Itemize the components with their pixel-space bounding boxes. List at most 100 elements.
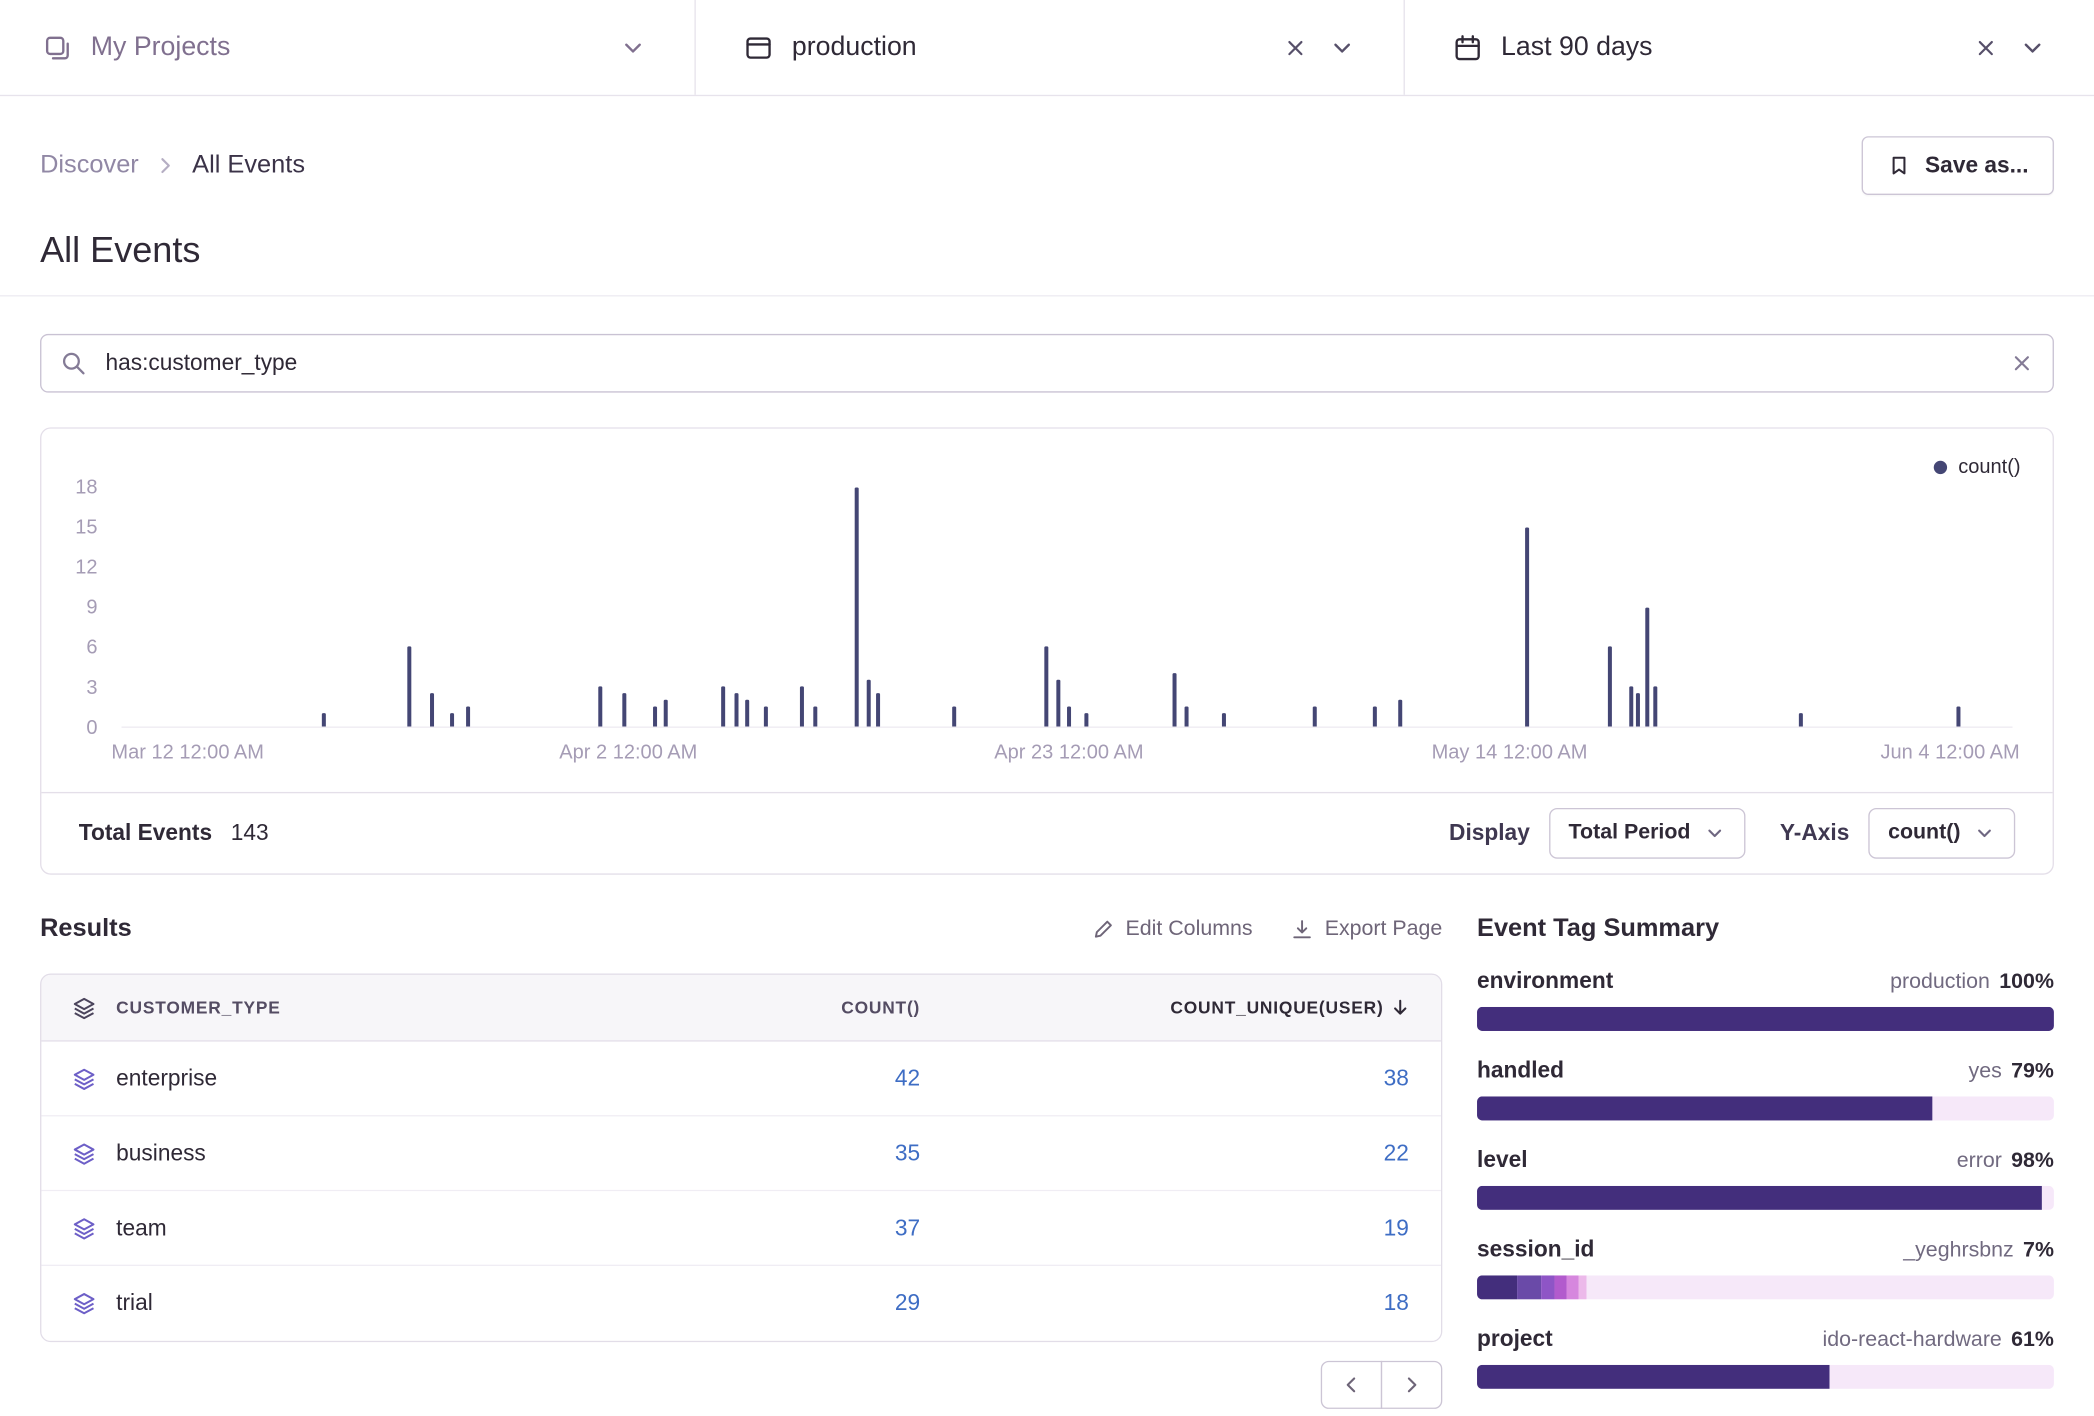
x-axis-tick-label: Apr 23 12:00 AM xyxy=(994,741,1143,764)
count-unique-value[interactable]: 22 xyxy=(920,1140,1441,1167)
breadcrumb-discover-link[interactable]: Discover xyxy=(40,151,139,180)
y-axis-tick-label: 15 xyxy=(75,516,97,539)
clear-search-icon[interactable] xyxy=(2010,351,2034,375)
tag-percentage: 98% xyxy=(2011,1150,2054,1174)
tag-bar-segment xyxy=(1933,1096,2054,1120)
y-axis-tick-label: 0 xyxy=(86,716,97,739)
clear-date-icon[interactable] xyxy=(1974,35,1998,59)
total-events-label: Total Events xyxy=(79,820,212,847)
count-unique-value[interactable]: 19 xyxy=(920,1215,1441,1242)
tag-top-value: error xyxy=(1957,1150,2002,1174)
save-as-button[interactable]: Save as... xyxy=(1862,136,2054,195)
table-row[interactable]: trial 29 18 xyxy=(41,1266,1441,1341)
projects-icon xyxy=(43,33,72,62)
table-row[interactable]: business 35 22 xyxy=(41,1116,1441,1191)
tag-distribution-bar[interactable] xyxy=(1477,1096,2054,1120)
results-section: Results Edit Columns Export Page xyxy=(40,909,1442,1408)
chart-bar xyxy=(721,687,725,727)
export-page-button[interactable]: Export Page xyxy=(1290,917,1442,941)
chart-bar xyxy=(664,700,668,727)
tag-summary-list: environment production 100% handled yes … xyxy=(1477,968,2054,1389)
chart-footer: Total Events 143 Display Total Period Y-… xyxy=(41,792,2052,873)
table-row[interactable]: team 37 19 xyxy=(41,1191,1441,1266)
legend-dot-icon xyxy=(1934,460,1947,473)
events-chart: count() 0369121518 Mar 12 12:00 AMApr 2 … xyxy=(41,429,2052,792)
tag-name: handled xyxy=(1477,1058,1564,1085)
tag-summary-item: project ido-react-hardware 61% xyxy=(1477,1326,2054,1389)
tag-distribution-bar[interactable] xyxy=(1477,1365,2054,1389)
count-unique-value[interactable]: 38 xyxy=(920,1065,1441,1092)
tag-bar-segment xyxy=(1477,1275,1517,1299)
tag-percentage: 7% xyxy=(2023,1239,2054,1263)
tag-bar-segment xyxy=(1517,1275,1540,1299)
page-header: All Events xyxy=(0,195,2094,296)
event-tag-summary: Event Tag Summary environment production… xyxy=(1477,909,2054,1408)
table-row[interactable]: enterprise 42 38 xyxy=(41,1042,1441,1117)
chart-bar xyxy=(1044,647,1048,727)
tag-distribution-bar[interactable] xyxy=(1477,1275,2054,1299)
yaxis-label: Y-Axis xyxy=(1780,820,1849,847)
chart-bar xyxy=(1184,707,1188,727)
yaxis-select[interactable]: count() xyxy=(1868,808,2015,859)
bookmark-icon xyxy=(1888,154,1912,178)
chart-bar xyxy=(800,687,804,727)
previous-page-button[interactable] xyxy=(1321,1361,1382,1409)
tag-distribution-bar[interactable] xyxy=(1477,1186,2054,1210)
chart-bar xyxy=(1067,707,1071,727)
layers-icon xyxy=(41,1290,116,1317)
project-selector[interactable]: My Projects xyxy=(0,0,694,95)
pagination xyxy=(40,1361,1442,1409)
count-value[interactable]: 29 xyxy=(479,1290,920,1317)
layers-icon xyxy=(41,1140,116,1167)
column-header-count-unique[interactable]: COUNT_UNIQUE(USER) xyxy=(920,996,1441,1019)
page-title: All Events xyxy=(40,230,2054,271)
display-select[interactable]: Total Period xyxy=(1549,808,1746,859)
tag-summary-item: handled yes 79% xyxy=(1477,1058,2054,1121)
tag-bar-segment xyxy=(1829,1365,2054,1389)
tag-distribution-bar[interactable] xyxy=(1477,1007,2054,1031)
tag-bar-segment xyxy=(1587,1275,2054,1299)
tag-percentage: 100% xyxy=(1999,971,2054,995)
count-value[interactable]: 42 xyxy=(479,1065,920,1092)
search-bar[interactable] xyxy=(40,334,2054,393)
edit-columns-button[interactable]: Edit Columns xyxy=(1091,917,1253,941)
column-header-count[interactable]: COUNT() xyxy=(479,998,920,1018)
chart-bar xyxy=(1398,700,1402,727)
tag-bar-segment xyxy=(1477,1186,2042,1210)
chart-bar xyxy=(734,693,738,726)
chart-legend[interactable]: count() xyxy=(1934,455,2020,478)
count-unique-value[interactable]: 18 xyxy=(920,1290,1441,1317)
search-input[interactable] xyxy=(103,349,1994,378)
y-axis-tick-label: 9 xyxy=(86,596,97,619)
display-select-value: Total Period xyxy=(1569,821,1691,845)
chevron-down-icon xyxy=(1329,34,1356,61)
chart-bar xyxy=(430,693,434,726)
content-area: Results Edit Columns Export Page xyxy=(0,875,2094,1409)
sort-descending-icon xyxy=(1389,996,1412,1019)
tag-top-value: yes xyxy=(1969,1060,2002,1084)
chart-bar xyxy=(1636,693,1640,726)
chart-x-axis: Mar 12 12:00 AMApr 2 12:00 AMApr 23 12:0… xyxy=(122,741,2013,768)
clear-environment-icon[interactable] xyxy=(1283,35,1307,59)
layers-icon xyxy=(41,994,116,1021)
next-page-button[interactable] xyxy=(1381,1361,1442,1409)
y-axis-tick-label: 6 xyxy=(86,636,97,659)
chart-bar xyxy=(1646,607,1650,727)
chart-bar xyxy=(1525,527,1529,726)
total-events-value: 143 xyxy=(231,820,269,847)
date-range-selector[interactable]: Last 90 days xyxy=(1405,0,2094,95)
tag-percentage: 61% xyxy=(2011,1329,2054,1353)
customer-type-value: enterprise xyxy=(116,1065,479,1092)
chart-bar xyxy=(1313,707,1317,727)
results-title: Results xyxy=(40,915,132,944)
project-selector-label: My Projects xyxy=(91,32,231,63)
count-value[interactable]: 35 xyxy=(479,1140,920,1167)
column-header-customer-type[interactable]: CUSTOMER_TYPE xyxy=(116,998,479,1018)
customer-type-value: trial xyxy=(116,1290,479,1317)
chart-bar xyxy=(407,647,411,727)
tag-top-value: ido-react-hardware xyxy=(1822,1329,2001,1353)
app-window: My Projects production xyxy=(0,0,2094,1416)
chart-bar xyxy=(1608,647,1612,727)
environment-selector[interactable]: production xyxy=(696,0,1404,95)
count-value[interactable]: 37 xyxy=(479,1215,920,1242)
